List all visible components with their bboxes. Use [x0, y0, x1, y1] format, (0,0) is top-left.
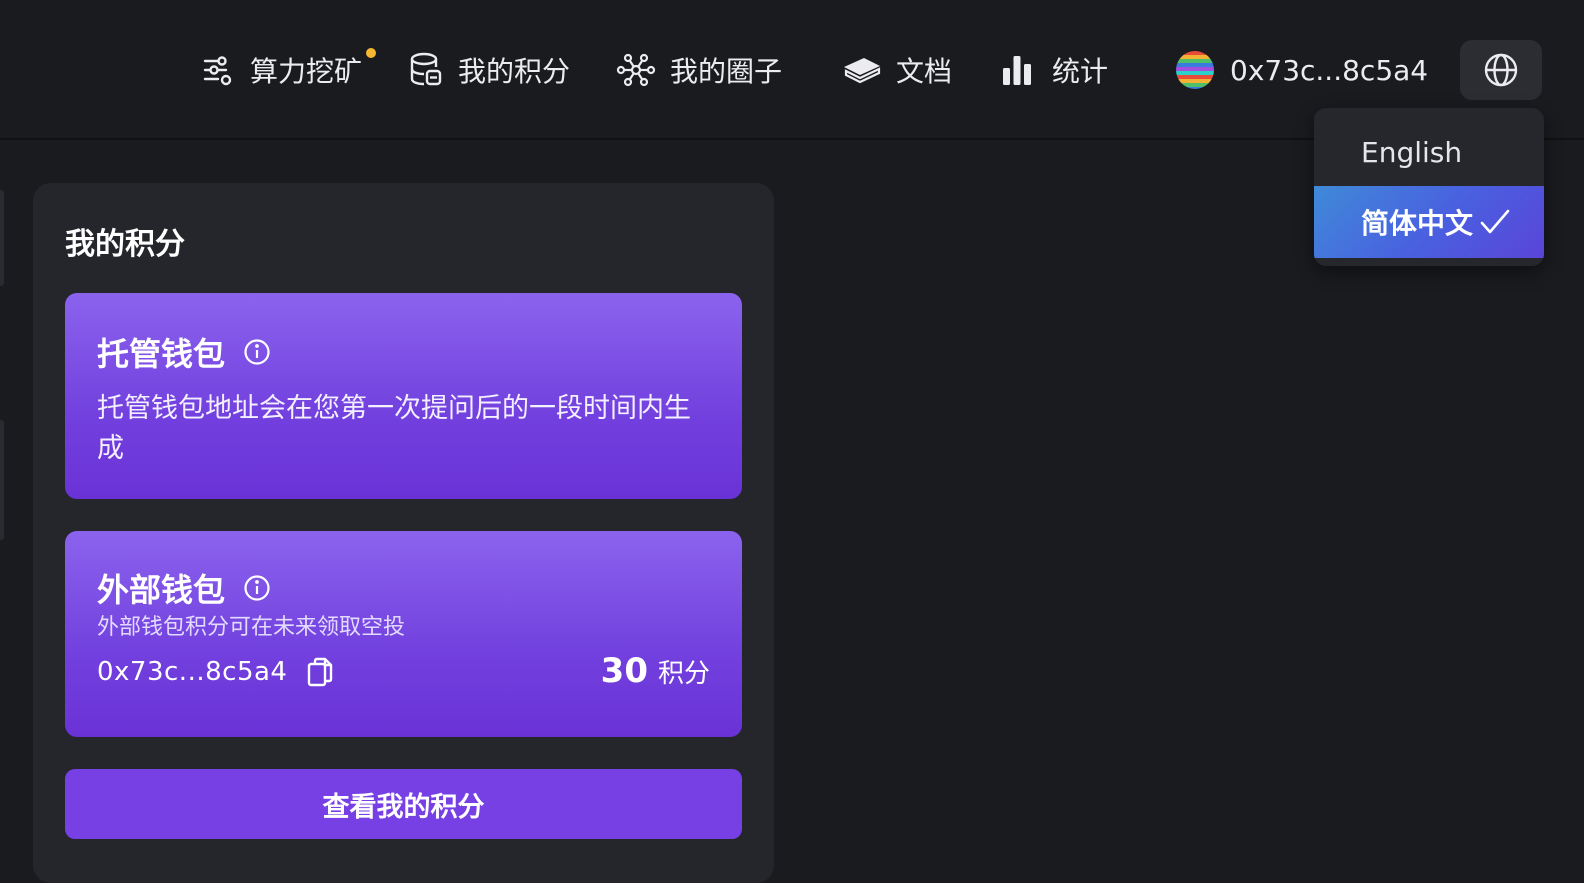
- external-wallet-header: 外部钱包: [97, 565, 271, 611]
- info-icon[interactable]: [243, 574, 271, 602]
- info-icon[interactable]: [243, 338, 271, 366]
- custodial-wallet-description: 托管钱包地址会在您第一次提问后的一段时间内生成: [97, 393, 691, 464]
- nav-my-points[interactable]: 我的积分: [408, 46, 570, 94]
- language-dropdown: English 简体中文: [1314, 108, 1544, 266]
- external-wallet-subtitle: 外部钱包积分可在未来领取空投: [97, 615, 406, 640]
- account-button[interactable]: 0x73c...8c5a4: [1176, 46, 1428, 94]
- book-icon: [844, 58, 881, 84]
- bar-chart-icon: [1003, 56, 1031, 85]
- wallet-address-row: 0x73c...8c5a4: [97, 657, 333, 687]
- language-option-english[interactable]: English: [1314, 116, 1544, 188]
- nav-docs[interactable]: 文档: [842, 46, 952, 94]
- nav-mining-label: 算力挖矿: [250, 55, 363, 88]
- language-option-simplified-chinese[interactable]: 简体中文: [1314, 186, 1544, 258]
- language-option-label: English: [1361, 135, 1463, 169]
- view-my-points-button[interactable]: 查看我的积分: [65, 769, 742, 839]
- nav-stats[interactable]: 统计: [1000, 46, 1108, 94]
- external-wallet-card: 外部钱包 外部钱包积分可在未来领取空投 0x73c...8c5a4 30 积分: [65, 531, 742, 737]
- mining-icon: [203, 56, 232, 86]
- nav-my-circle[interactable]: 我的圈子: [616, 46, 782, 94]
- globe-icon: [1484, 53, 1518, 87]
- side-edge: [0, 190, 4, 286]
- database-icon: [410, 52, 442, 86]
- avatar: [1176, 51, 1214, 89]
- points-value: 30: [600, 651, 648, 691]
- points-display: 30 积分: [601, 651, 710, 691]
- nav-my-points-label: 我的积分: [458, 55, 571, 88]
- nav-stats-label: 统计: [1052, 55, 1109, 88]
- external-wallet-title: 外部钱包: [97, 571, 226, 609]
- custodial-wallet-header: 托管钱包: [97, 329, 271, 375]
- network-icon: [616, 53, 656, 87]
- wallet-address: 0x73c...8c5a4: [97, 657, 288, 687]
- my-points-panel: 我的积分 托管钱包 托管钱包地址会在您第一次提问后的一段时间内生成 外部钱包 外…: [33, 183, 774, 883]
- custodial-wallet-card: 托管钱包 托管钱包地址会在您第一次提问后的一段时间内生成: [65, 293, 742, 499]
- nav-mining[interactable]: 算力挖矿: [200, 46, 376, 94]
- notification-dot: [366, 48, 376, 58]
- custodial-wallet-title: 托管钱包: [97, 335, 226, 373]
- checkmark-icon: [1480, 209, 1510, 234]
- side-edge: [0, 420, 4, 540]
- copy-icon[interactable]: [307, 657, 333, 687]
- points-unit: 积分: [657, 659, 710, 689]
- language-button[interactable]: [1460, 40, 1542, 100]
- account-address: 0x73c...8c5a4: [1230, 53, 1429, 87]
- language-option-label: 简体中文: [1361, 207, 1474, 240]
- panel-title: 我的积分: [65, 227, 185, 262]
- nav-my-circle-label: 我的圈子: [670, 55, 783, 88]
- nav-docs-label: 文档: [896, 55, 953, 88]
